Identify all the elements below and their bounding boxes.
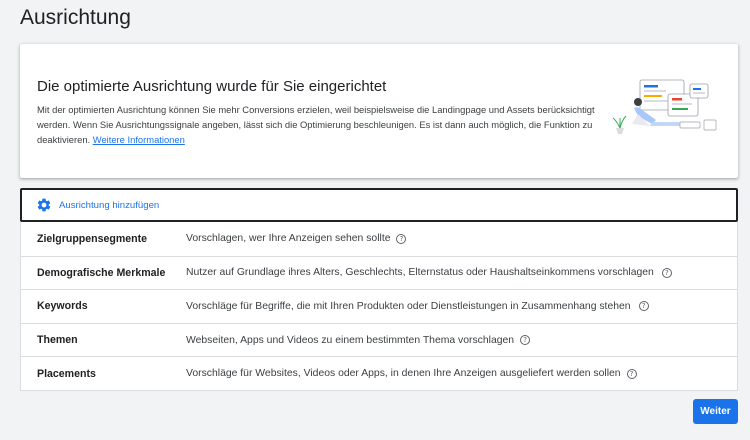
row-description: Vorschläge für Begriffe, die mit Ihren P… [186, 300, 631, 312]
row-label: Placements [37, 367, 96, 380]
row-keywords[interactable]: Keywords Vorschläge für Begriffe, die mi… [21, 289, 737, 323]
row-label: Themen [37, 334, 78, 347]
person-laptop-illustration [612, 79, 717, 134]
targeting-signal-list: Zielgruppensegmente Vorschlagen, wer Ihr… [20, 222, 738, 391]
help-icon[interactable]: ? [638, 301, 649, 312]
add-targeting-label: Ausrichtung hinzufügen [59, 199, 160, 211]
info-card-heading: Die optimierte Ausrichtung wurde für Sie… [37, 78, 387, 95]
row-label: Keywords [37, 300, 88, 313]
row-description: Vorschläge für Websites, Videos oder App… [186, 368, 621, 380]
row-topics[interactable]: Themen Webseiten, Apps und Videos zu ein… [21, 322, 737, 357]
row-placements[interactable]: Placements Vorschläge für Websites, Vide… [21, 356, 737, 390]
row-description: Vorschlagen, wer Ihre Anzeigen sehen sol… [186, 233, 391, 245]
help-icon[interactable]: ? [396, 233, 407, 244]
info-card-text: Mit der optimierten Ausrichtung können S… [37, 102, 597, 147]
row-label: Zielgruppensegmente [37, 232, 148, 245]
help-icon[interactable]: ? [520, 335, 531, 346]
row-audience-segments[interactable]: Zielgruppensegmente Vorschlagen, wer Ihr… [21, 222, 737, 256]
help-icon[interactable]: ? [626, 368, 637, 379]
next-button[interactable]: Weiter [693, 399, 738, 424]
learn-more-link[interactable]: Weitere Informationen [93, 134, 185, 145]
optimized-targeting-card: Die optimierte Ausrichtung wurde für Sie… [20, 44, 738, 178]
row-label: Demografische Merkmale [37, 266, 166, 279]
targeting-panel: Ausrichtung hinzufügen Zielgruppensegmen… [20, 188, 738, 391]
gear-icon [37, 198, 51, 212]
row-demographics[interactable]: Demografische Merkmale Nutzer auf Grundl… [21, 255, 737, 290]
add-targeting-button[interactable]: Ausrichtung hinzufügen [20, 188, 738, 222]
row-description: Nutzer auf Grundlage ihres Alters, Gesch… [186, 267, 654, 279]
row-description: Webseiten, Apps und Videos zu einem best… [186, 334, 515, 346]
page-title: Ausrichtung [20, 6, 131, 29]
help-icon[interactable]: ? [661, 267, 672, 278]
